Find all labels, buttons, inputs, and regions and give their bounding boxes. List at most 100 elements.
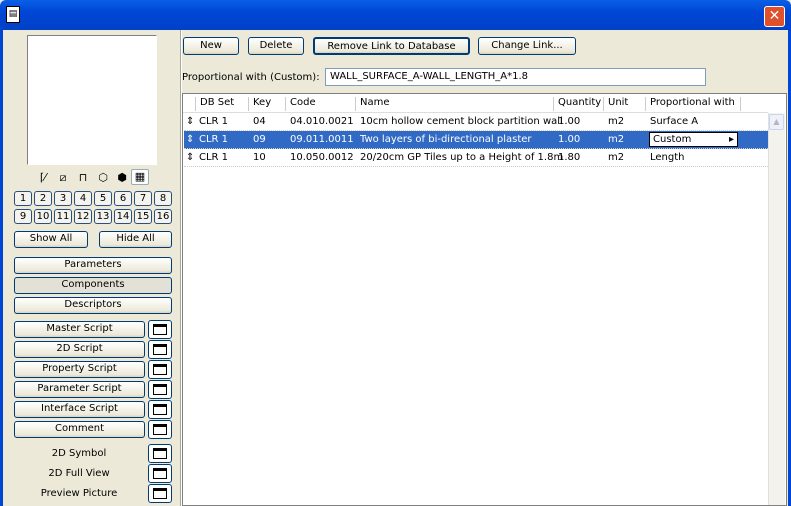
script-window-button[interactable] <box>148 420 172 439</box>
layer-button[interactable]: 16 <box>154 209 172 224</box>
vertical-scrollbar[interactable] <box>768 113 785 505</box>
cell-prop: Length <box>650 152 685 163</box>
close-button[interactable]: ✕ <box>764 6 785 27</box>
col-code[interactable]: Code <box>285 97 316 111</box>
title-bar <box>0 0 791 30</box>
window-icon <box>153 344 167 355</box>
cell-qty: 1.00 <box>558 134 581 145</box>
arrow-right-icon: ▸ <box>728 134 734 145</box>
cell-qty: 1.00 <box>558 116 581 127</box>
cell-name: Two layers of bi-directional plaster <box>360 134 532 145</box>
2d-full-view-window-button[interactable] <box>148 464 172 483</box>
layer-button[interactable]: 10 <box>34 209 52 224</box>
layer-button[interactable]: 2 <box>34 191 52 206</box>
cell-unit: m2 <box>608 116 625 127</box>
cell-name: 20/20cm GP Tiles up to a Height of 1.8m <box>360 152 564 163</box>
layer-button[interactable]: 13 <box>94 209 112 224</box>
cell-code: 04.010.0021 <box>290 116 354 127</box>
drag-handle-icon[interactable]: ⇕ <box>186 134 194 145</box>
new-button[interactable]: New <box>183 37 239 55</box>
window-icon <box>153 424 167 435</box>
cell-key: 04 <box>253 116 266 127</box>
elevation-icon[interactable]: ⊓ <box>75 171 91 185</box>
script-button[interactable]: Parameter Script <box>14 381 145 398</box>
proportional-with-dropdown[interactable]: Custom ▸ <box>649 132 738 147</box>
drag-handle-icon[interactable]: ⇕ <box>186 152 194 163</box>
cell-unit: m2 <box>608 152 625 163</box>
cell-unit: m2 <box>608 134 625 145</box>
script-button[interactable]: 2D Script <box>14 341 145 358</box>
window-icon <box>153 364 167 375</box>
remove-link-button[interactable]: Remove Link to Database <box>313 37 470 55</box>
layer-button[interactable]: 11 <box>54 209 72 224</box>
script-button[interactable]: Comment <box>14 421 145 438</box>
cell-prop: Surface A <box>650 116 699 127</box>
window-icon <box>153 488 167 499</box>
col-key[interactable]: Key <box>248 97 271 111</box>
script-button[interactable]: Property Script <box>14 361 145 378</box>
film-icon[interactable]: ▦ <box>131 169 149 185</box>
script-window-button[interactable] <box>148 360 172 379</box>
layer-button[interactable]: 1 <box>14 191 32 206</box>
layer-button[interactable]: 8 <box>154 191 172 206</box>
show-all-button[interactable]: Show All <box>14 231 88 248</box>
floor-plan-icon[interactable]: ⌈⁄ <box>35 171 51 185</box>
scroll-up-arrow-icon[interactable]: ▲ <box>769 114 784 130</box>
script-window-button[interactable] <box>148 380 172 399</box>
layer-button[interactable]: 7 <box>134 191 152 206</box>
parameters-button[interactable]: Parameters <box>14 257 172 274</box>
script-window-button[interactable] <box>148 320 172 339</box>
cell-code: 10.050.0012 <box>290 152 354 163</box>
cell-db: CLR 1 <box>199 134 229 145</box>
script-button[interactable]: Interface Script <box>14 401 145 418</box>
change-link-button[interactable]: Change Link... <box>478 37 576 55</box>
col-proportional[interactable]: Proportional with <box>645 97 741 111</box>
preview-picture-window-button[interactable] <box>148 484 172 503</box>
col-db-set[interactable]: DB Set <box>195 97 234 111</box>
preview-picture-label: Preview Picture <box>40 488 118 499</box>
layer-button[interactable]: 3 <box>54 191 72 206</box>
layer-button[interactable]: 15 <box>134 209 152 224</box>
col-quantity[interactable]: Quantity <box>553 97 601 111</box>
layer-button[interactable]: 6 <box>114 191 132 206</box>
cell-qty: 1.80 <box>558 152 581 163</box>
layer-button[interactable]: 12 <box>74 209 92 224</box>
2d-symbol-window-button[interactable] <box>148 444 172 463</box>
hide-all-button[interactable]: Hide All <box>99 231 172 248</box>
table-row[interactable]: ⇕ CLR 1 04 04.010.0021 10cm hollow cement bl… <box>184 113 768 131</box>
cell-key: 09 <box>253 134 266 145</box>
table-row[interactable]: ⇕ CLR 1 10 10.050.0012 20/20cm GP Tiles up t… <box>184 149 768 167</box>
window-icon <box>153 404 167 415</box>
window-icon <box>153 384 167 395</box>
window-icon <box>153 448 167 459</box>
window-icon <box>153 324 167 335</box>
layer-button[interactable]: 14 <box>114 209 132 224</box>
script-window-button[interactable] <box>148 400 172 419</box>
document-icon: ▤ <box>6 6 20 23</box>
cell-code: 09.011.0011 <box>290 134 354 145</box>
cell-db: CLR 1 <box>199 152 229 163</box>
cell-key: 10 <box>253 152 266 163</box>
script-button[interactable]: Master Script <box>14 321 145 338</box>
proportional-label: Proportional with (Custom): <box>182 72 320 83</box>
layer-button[interactable]: 4 <box>74 191 92 206</box>
layer-button[interactable]: 9 <box>14 209 32 224</box>
2d-full-view-label: 2D Full View <box>48 468 110 479</box>
delete-button[interactable]: Delete <box>248 37 304 55</box>
script-window-button[interactable] <box>148 340 172 359</box>
drag-handle-icon[interactable]: ⇕ <box>186 116 194 127</box>
col-name[interactable]: Name <box>355 97 390 111</box>
cell-name: 10cm hollow cement block partition wall <box>360 116 563 127</box>
table-row[interactable]: ⇕ CLR 1 09 09.011.0011 Two layers of bi-dire… <box>184 131 768 149</box>
cell-db: CLR 1 <box>199 116 229 127</box>
col-unit[interactable]: Unit <box>603 97 628 111</box>
window-icon <box>153 468 167 479</box>
descriptors-button[interactable]: Descriptors <box>14 297 172 314</box>
preview-area <box>27 35 157 165</box>
layer-button[interactable]: 5 <box>94 191 112 206</box>
wireframe-3d-icon[interactable]: ⬡ <box>95 171 111 185</box>
section-icon[interactable]: ⧄ <box>55 171 71 185</box>
proportional-formula-input[interactable]: WALL_SURFACE_A-WALL_LENGTH_A*1.8 <box>325 68 706 86</box>
components-button[interactable]: Components <box>14 277 172 294</box>
shaded-3d-icon[interactable]: ⬢ <box>114 171 130 185</box>
